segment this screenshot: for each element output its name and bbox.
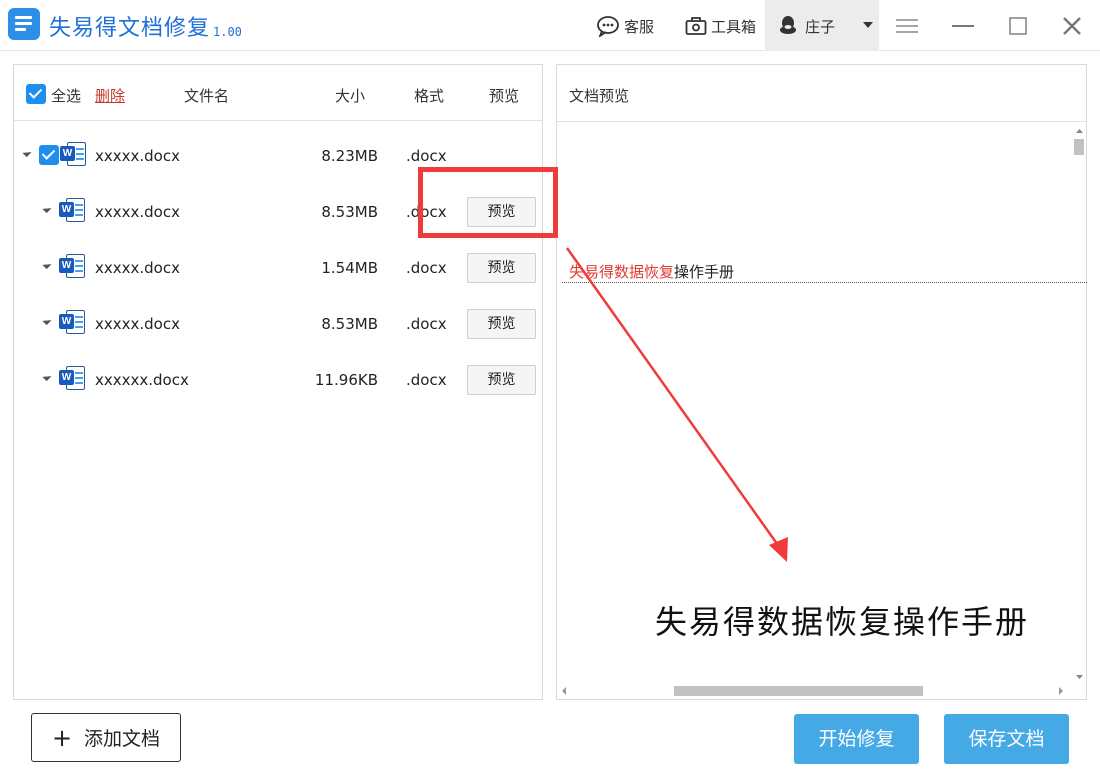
- maximize-icon[interactable]: [1004, 12, 1032, 40]
- app-logo-icon: [8, 8, 40, 40]
- file-size: 1.54MB: [321, 259, 378, 277]
- add-document-label: 添加文档: [84, 728, 161, 750]
- select-all-label[interactable]: 全选: [51, 85, 81, 106]
- file-format: .docx: [406, 259, 447, 277]
- start-repair-button[interactable]: 开始修复: [794, 714, 919, 764]
- file-name: xxxxx.docx: [95, 203, 180, 221]
- word-document-icon: W: [60, 141, 86, 167]
- file-name: xxxxxx.docx: [95, 371, 189, 389]
- expand-triangle-icon[interactable]: [42, 371, 52, 382]
- save-document-button[interactable]: 保存文档: [944, 714, 1069, 764]
- customer-service-label: 客服: [624, 17, 655, 36]
- plus-icon: +: [51, 723, 73, 752]
- delete-link[interactable]: 删除: [95, 85, 125, 106]
- file-size: 8.53MB: [321, 203, 378, 221]
- qq-penguin-icon: [780, 16, 796, 34]
- app-version: 1.00: [213, 25, 242, 39]
- minimize-icon[interactable]: [949, 12, 977, 40]
- preview-button[interactable]: 预览: [467, 309, 536, 339]
- toolbox-button[interactable]: 工具箱: [685, 14, 756, 38]
- file-format: .docx: [406, 371, 447, 389]
- file-row[interactable]: W xxxxx.docx 8.53MB .docx 预览: [14, 295, 542, 351]
- file-size: 11.96KB: [314, 371, 378, 389]
- annotation-highlight-box: [418, 167, 558, 238]
- preview-button[interactable]: 预览: [467, 253, 536, 283]
- user-name: 庄子: [805, 18, 836, 36]
- word-document-icon: W: [59, 309, 85, 335]
- document-preview-panel: 文档预览 失易得数据恢复操作手册 失易得数据恢复操作手册: [556, 64, 1087, 700]
- expand-triangle-icon[interactable]: [42, 315, 52, 326]
- preview-dotted-divider: [562, 282, 1087, 283]
- column-header-size: 大小: [335, 87, 366, 105]
- file-format: .docx: [406, 147, 447, 165]
- file-name: xxxxx.docx: [95, 315, 180, 333]
- title-bar: 失易得文档修复 1.00 客服 工具箱 庄子: [0, 0, 1100, 51]
- file-format: .docx: [406, 315, 447, 333]
- annotation-caption: 失易得数据恢复操作手册: [655, 603, 1030, 641]
- file-size: 8.23MB: [321, 147, 378, 165]
- preview-heading-red-text: 失易得数据恢复: [569, 263, 675, 281]
- preview-panel-title: 文档预览: [569, 87, 630, 105]
- vertical-scrollbar-thumb[interactable]: [1074, 139, 1084, 155]
- word-document-icon: W: [59, 365, 85, 391]
- preview-document-heading: 失易得数据恢复操作手册: [569, 261, 734, 282]
- word-document-icon: W: [59, 197, 85, 223]
- column-header-filename: 文件名: [184, 87, 230, 105]
- user-dropdown-caret-icon[interactable]: [863, 22, 873, 28]
- vertical-scrollbar[interactable]: [1073, 125, 1086, 685]
- column-header-format: 格式: [414, 87, 445, 105]
- file-name: xxxxx.docx: [95, 147, 180, 165]
- preview-button[interactable]: 预览: [467, 365, 536, 395]
- customer-service-button[interactable]: 客服: [596, 14, 654, 38]
- close-icon[interactable]: [1058, 12, 1086, 40]
- expand-triangle-icon[interactable]: [42, 259, 52, 270]
- file-size: 8.53MB: [321, 315, 378, 333]
- toolbox-icon: [685, 17, 707, 35]
- expand-triangle-icon[interactable]: [42, 203, 52, 214]
- file-row[interactable]: W xxxxx.docx 1.54MB .docx 预览: [14, 239, 542, 295]
- app-title: 失易得文档修复: [49, 16, 211, 41]
- row-checkbox[interactable]: [39, 145, 59, 165]
- file-row[interactable]: W xxxxxx.docx 11.96KB .docx 预览: [14, 351, 542, 407]
- preview-heading-text: 操作手册: [674, 263, 735, 281]
- hamburger-menu-icon[interactable]: [893, 12, 921, 40]
- horizontal-scrollbar-thumb[interactable]: [674, 686, 923, 696]
- user-menu[interactable]: 庄子: [765, 0, 879, 51]
- word-document-icon: W: [59, 253, 85, 279]
- file-list-panel: 全选 删除 文件名 大小 格式 预览 W xxxxx.docx 8.23MB .…: [13, 64, 543, 700]
- file-name: xxxxx.docx: [95, 259, 180, 277]
- chat-bubble-icon: [597, 16, 619, 37]
- expand-triangle-icon[interactable]: [22, 147, 32, 158]
- toolbox-label: 工具箱: [711, 17, 757, 36]
- add-document-button[interactable]: + 添加文档: [31, 713, 181, 762]
- select-all-checkbox[interactable]: [26, 84, 46, 104]
- file-list-header: 全选 删除 文件名 大小 格式 预览: [14, 65, 542, 121]
- preview-header-divider: [557, 121, 1086, 122]
- column-header-preview: 预览: [489, 87, 520, 105]
